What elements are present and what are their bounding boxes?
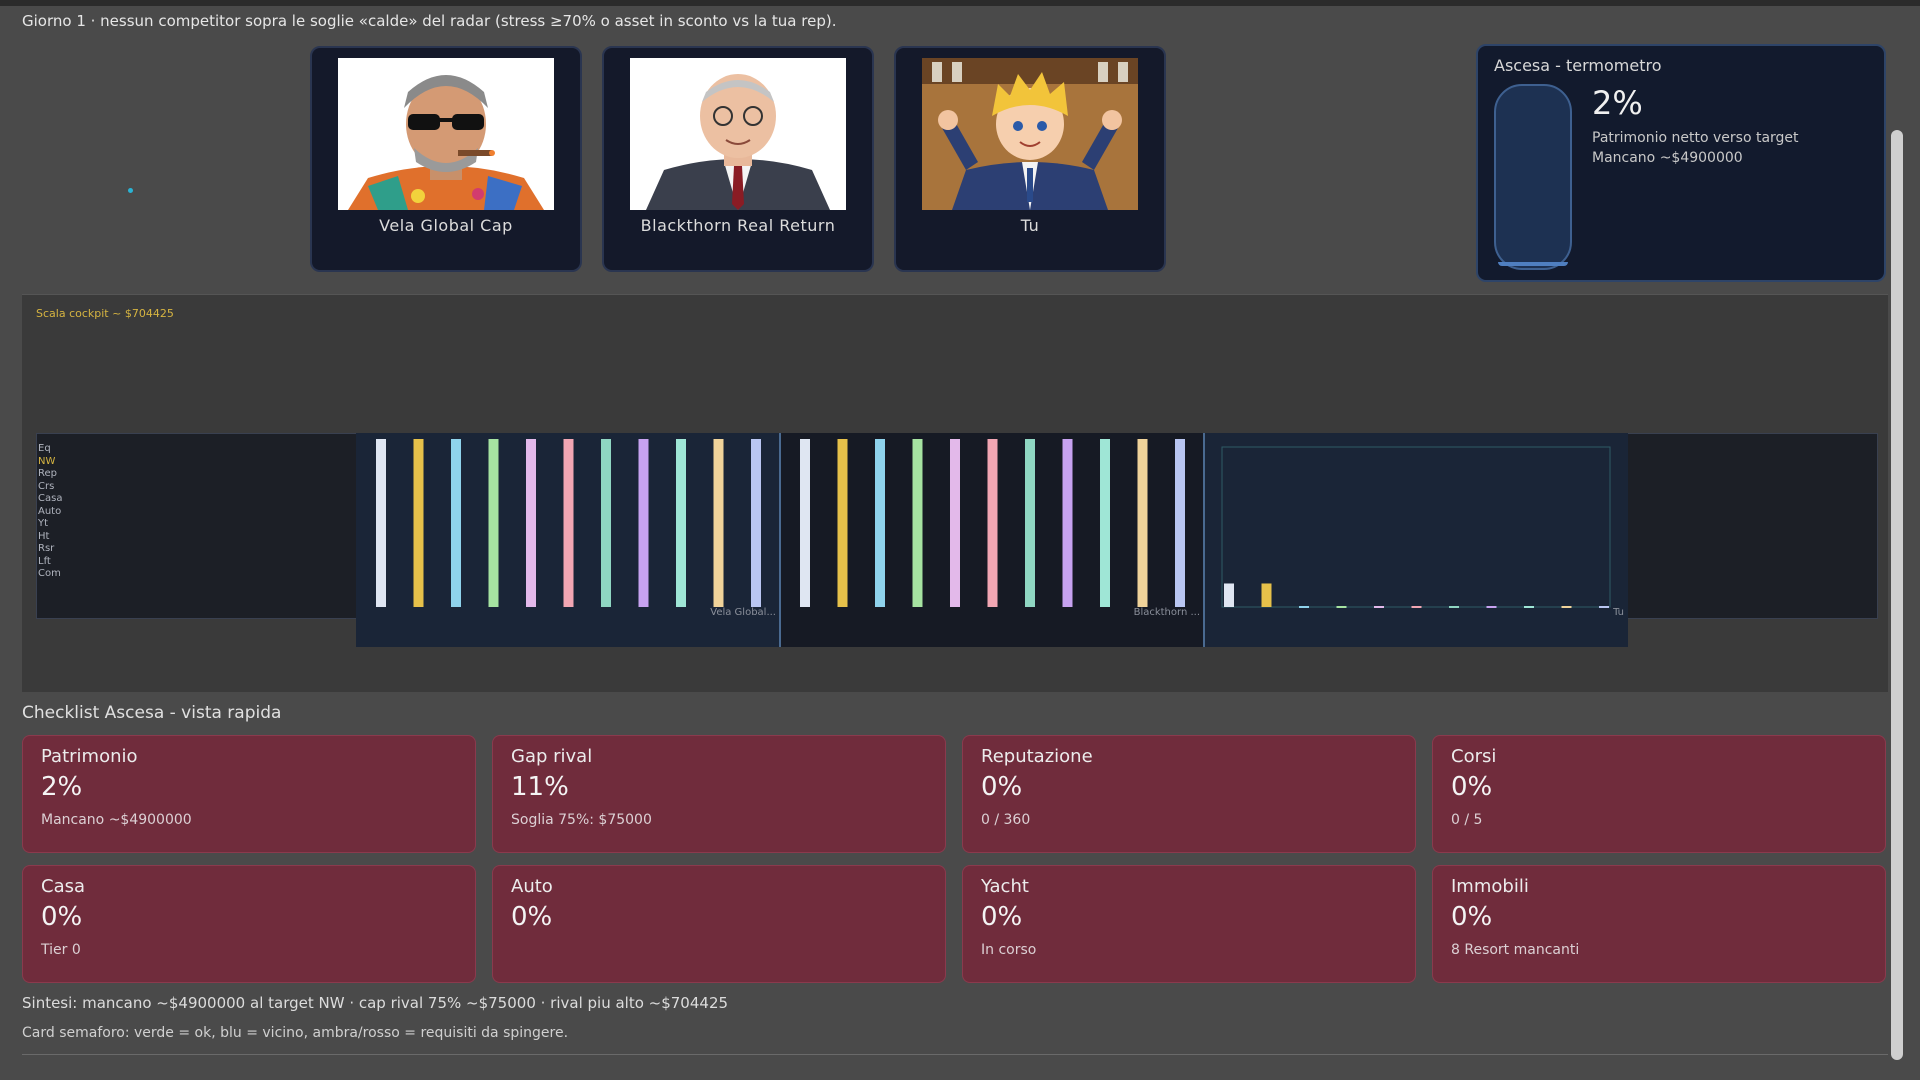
check-detail: 0 / 360 <box>981 812 1031 828</box>
check-detail: 0 / 5 <box>1451 812 1483 828</box>
check-detail: Mancano ~$4900000 <box>41 812 192 828</box>
legend-note: Card semaforo: verde = ok, blu = vicino,… <box>22 1025 569 1041</box>
check-detail: 8 Resort mancanti <box>1451 942 1580 958</box>
series-label: Tu <box>1612 607 1624 618</box>
rival-name: Tu <box>1020 216 1040 235</box>
check-label: Corsi <box>1451 746 1497 767</box>
check-percent: 0% <box>1451 902 1493 932</box>
cockpit-bars-svg: Vela Global... Blackthorn ... Tu <box>356 433 1628 647</box>
bar-rep <box>875 439 885 607</box>
bar-rsr <box>676 439 686 607</box>
check-percent: 0% <box>511 902 553 932</box>
check-label: Auto <box>511 876 553 897</box>
check-percent: 2% <box>41 772 83 802</box>
bar-ht <box>1062 439 1073 607</box>
bar-lft <box>1137 439 1148 607</box>
bar-com <box>751 439 761 607</box>
check-card-auto[interactable]: Auto 0% <box>492 865 946 983</box>
thermometer-caption: Patrimonio netto verso target Mancano ~$… <box>1592 128 1799 168</box>
summary-text: Sintesi: mancano ~$4900000 al target NW … <box>22 994 729 1012</box>
bar-crs <box>488 439 499 607</box>
bar-ht <box>638 439 649 607</box>
check-label: Yacht <box>981 876 1029 897</box>
divider <box>22 1054 1888 1055</box>
thermometer-fill <box>1498 262 1568 266</box>
bar-nw <box>413 439 424 607</box>
rival-portrait-blackthorn <box>630 58 846 210</box>
bar-crs <box>912 439 923 607</box>
bar-com <box>1175 439 1185 607</box>
check-card-reputazione[interactable]: Reputazione 0% 0 / 360 <box>962 735 1416 853</box>
rival-portrait-tu <box>922 58 1138 210</box>
check-percent: 11% <box>511 772 569 802</box>
thermometer-percent: 2% <box>1592 84 1643 122</box>
check-label: Patrimonio <box>41 746 138 767</box>
check-card-gap-rival[interactable]: Gap rival 11% Soglia 75%: $75000 <box>492 735 946 853</box>
bar-rsr <box>1100 439 1110 607</box>
check-card-casa[interactable]: Casa 0% Tier 0 <box>22 865 476 983</box>
bar-auto <box>563 439 574 607</box>
scrollbar-thumb[interactable] <box>1891 130 1903 1060</box>
rival-name: Blackthorn Real Return <box>640 216 836 235</box>
status-line: Giorno 1 · nessun competitor sopra le so… <box>22 12 837 30</box>
bar-eq <box>800 439 810 607</box>
series-group-background <box>1204 433 1628 647</box>
rival-card-vela[interactable]: Vela Global Cap <box>310 46 582 272</box>
bar-eq <box>1224 583 1234 607</box>
check-card-corsi[interactable]: Corsi 0% 0 / 5 <box>1432 735 1886 853</box>
series-label: Vela Global... <box>710 607 776 618</box>
window-top-bar <box>0 0 1920 6</box>
series-label: Blackthorn ... <box>1134 607 1200 618</box>
bar-yt <box>1025 439 1035 607</box>
check-label: Immobili <box>1451 876 1529 897</box>
bar-auto <box>987 439 998 607</box>
check-detail: Tier 0 <box>41 942 81 958</box>
bar-nw <box>1261 583 1272 607</box>
check-percent: 0% <box>981 772 1023 802</box>
indicator-dot <box>128 188 133 193</box>
bar-nw <box>837 439 848 607</box>
check-percent: 0% <box>1451 772 1493 802</box>
rival-card-blackthorn[interactable]: Blackthorn Real Return <box>602 46 874 272</box>
check-card-patrimonio[interactable]: Patrimonio 2% Mancano ~$4900000 <box>22 735 476 853</box>
check-detail: In corso <box>981 942 1037 958</box>
rival-card-tu[interactable]: Tu <box>894 46 1166 272</box>
checklist-title: Checklist Ascesa - vista rapida <box>22 703 282 723</box>
rival-name: Vela Global Cap <box>379 216 513 235</box>
check-percent: 0% <box>981 902 1023 932</box>
ascesa-thermometer-card: Ascesa - termometro 2% Patrimonio netto … <box>1476 44 1886 282</box>
check-label: Gap rival <box>511 746 593 767</box>
bar-casa <box>526 439 536 607</box>
thermometer-line1: Patrimonio netto verso target <box>1592 130 1799 146</box>
check-detail: Soglia 75%: $75000 <box>511 812 652 828</box>
bar-rep <box>451 439 461 607</box>
check-label: Casa <box>41 876 86 897</box>
thermometer-title: Ascesa - termometro <box>1494 56 1662 75</box>
rival-portrait-vela <box>338 58 554 210</box>
check-label: Reputazione <box>981 746 1093 767</box>
bar-lft <box>713 439 724 607</box>
cockpit-chart-area: Scala cockpit ~ $704425 Eq NW Rep Crs Casa Au… <box>22 294 1888 692</box>
check-card-immobili[interactable]: Immobili 0% 8 Resort mancanti <box>1432 865 1886 983</box>
bar-yt <box>601 439 611 607</box>
bar-eq <box>376 439 386 607</box>
bar-casa <box>950 439 960 607</box>
check-card-yacht[interactable]: Yacht 0% In corso <box>962 865 1416 983</box>
thermometer-tube <box>1494 84 1572 270</box>
thermometer-line2: Mancano ~$4900000 <box>1592 150 1743 166</box>
check-percent: 0% <box>41 902 83 932</box>
